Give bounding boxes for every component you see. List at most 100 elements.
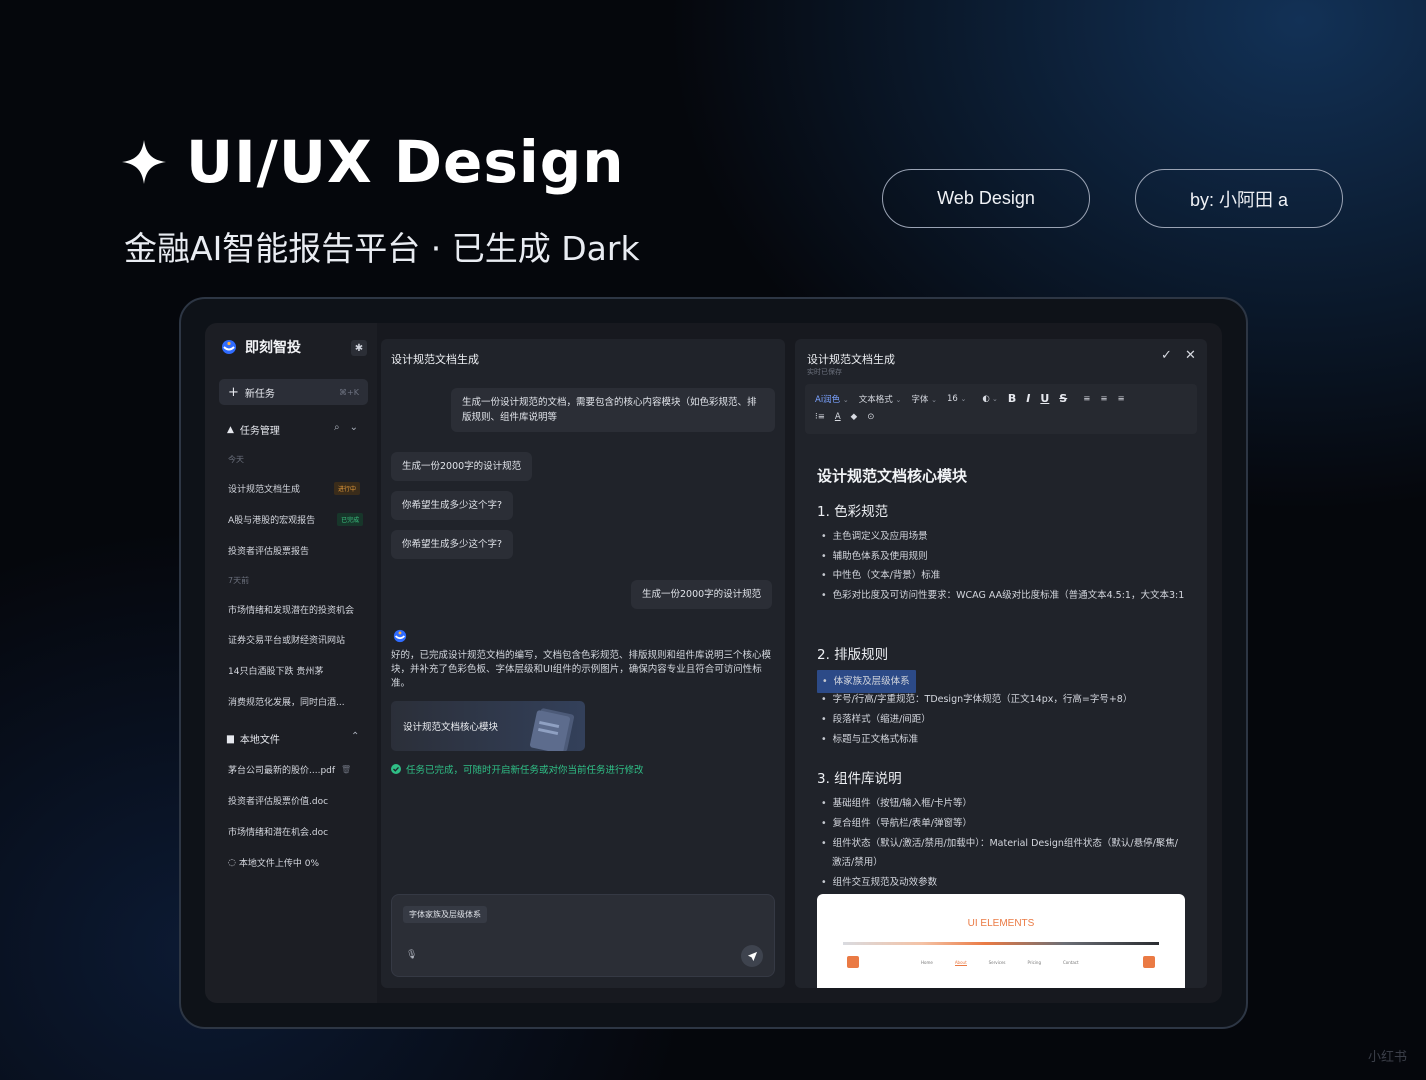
- font-label: 字体: [911, 394, 929, 405]
- search-icon[interactable]: ⌕: [334, 422, 340, 433]
- reference-chip[interactable]: 字体家族及层级体系: [403, 906, 487, 923]
- align-left-icon[interactable]: ≡: [1083, 394, 1090, 404]
- preview-nav-item: Services: [988, 960, 1006, 965]
- color-bar: [843, 942, 1159, 945]
- chevron-down-icon: ⌄: [895, 395, 902, 404]
- chevron-down-icon: ⌄: [931, 395, 937, 404]
- web-design-pill: Web Design: [882, 169, 1090, 228]
- list-item: 中性色（文本/背景）标准: [821, 566, 941, 585]
- new-task-shortcut: ⌘+K: [339, 387, 359, 397]
- plus-icon: +: [228, 384, 239, 400]
- document-body[interactable]: 设计规范文档核心模块 1. 色彩规范 主色调定义及应用场景 辅助色体系及使用规则…: [805, 445, 1197, 988]
- author-pill: by: 小阿田 a: [1135, 169, 1343, 228]
- doc-card-label: 设计规范文档核心模块: [403, 722, 499, 733]
- ai-avatar-icon: [393, 629, 407, 643]
- task-item[interactable]: 证券交易平台或财经资讯网站: [228, 633, 345, 646]
- highlight-icon[interactable]: ◆: [851, 412, 858, 422]
- task-item[interactable]: 14只白酒股下跌 贵州茅: [228, 664, 323, 677]
- chevron-up-icon[interactable]: ⌃: [351, 731, 359, 742]
- ai-polish-button[interactable]: Ai润色 ⌄: [815, 393, 849, 405]
- ui-elements-preview-image: UI ELEMENTS Home About Services Pricing …: [817, 894, 1185, 988]
- chevron-down-icon: ⌄: [842, 395, 849, 404]
- font-size-dropdown[interactable]: 16 ⌄: [947, 394, 966, 404]
- status-badge-running: 进行中: [334, 482, 361, 495]
- doc-card[interactable]: 设计规范文档核心模块: [391, 701, 585, 751]
- italic-icon[interactable]: I: [1026, 392, 1030, 405]
- hero-title: UI/UX Design: [120, 128, 625, 196]
- send-button[interactable]: [741, 945, 763, 967]
- align-right-icon[interactable]: ≡: [1117, 394, 1124, 404]
- preview-title: UI ELEMENTS: [967, 918, 1035, 929]
- preview-nav: Home About Services Pricing Contact: [921, 960, 1079, 966]
- upload-status-text: 本地文件上传中 0%: [238, 859, 319, 869]
- editor-title: 设计规范文档生成: [807, 353, 895, 366]
- font-dropdown[interactable]: 字体 ⌄: [911, 393, 937, 405]
- new-task-button[interactable]: + 新任务 ⌘+K: [219, 379, 368, 405]
- text-color-icon[interactable]: A: [835, 412, 841, 422]
- chat-input[interactable]: 字体家族及层级体系 🎙: [391, 894, 775, 977]
- list-item: 色彩对比度及可访问性要求：WCAG AA级对比度标准（普通文本4.5:1，大文本…: [821, 586, 1187, 605]
- text-format-dropdown[interactable]: 文本格式 ⌄: [859, 393, 902, 405]
- chevron-down-icon: ⌄: [960, 394, 967, 403]
- section-heading: 1. 色彩规范: [817, 504, 889, 520]
- font-size-value: 16: [946, 393, 958, 404]
- task-item[interactable]: 设计规范文档生成 进行中: [228, 482, 361, 495]
- close-icon[interactable]: ✕: [1185, 348, 1196, 363]
- hero-title-text: UI/UX Design: [186, 128, 625, 196]
- app-window: 即刻智投 ✱ + 新任务 ⌘+K ▲ 任务管理 ⌕ ⌄ 今天 设计规范文档生成 …: [205, 323, 1222, 1003]
- list-item: 段落样式（缩进/间距）: [821, 710, 931, 729]
- task-complete-status: 任务已完成，可随时开启新任务或对你当前任务进行修改: [391, 762, 644, 776]
- task-item-label: A股与港股的宏观报告: [228, 516, 316, 526]
- task-section-tools: ⌕ ⌄: [334, 422, 358, 433]
- local-files-header[interactable]: ▆ 本地文件: [227, 731, 280, 747]
- task-management-header[interactable]: ▲ 任务管理: [227, 422, 280, 438]
- chat-panel: 设计规范文档生成 生成一份设计规范的文档，需要包含的核心内容模块（如色彩规范、排…: [381, 339, 785, 988]
- bold-icon[interactable]: B: [1008, 392, 1016, 405]
- list-item: 标题与正文格式标准: [821, 730, 919, 749]
- toolbar-row-2: ⁝≡ A ◆ ⊙: [815, 412, 874, 422]
- clear-format-icon[interactable]: ⊙: [867, 412, 874, 422]
- check-circle-icon: [391, 764, 401, 774]
- list-item: 复合组件（导航栏/表单/弹窗等）: [821, 814, 972, 833]
- list-icon[interactable]: ⁝≡: [815, 412, 825, 422]
- send-icon: [747, 951, 757, 961]
- user-message: 生成一份设计规范的文档，需要包含的核心内容模块（如色彩规范、排版规则、组件库说明…: [451, 388, 775, 432]
- microphone-icon[interactable]: 🎙: [406, 950, 420, 964]
- app-name: 即刻智投: [245, 340, 301, 356]
- preview-nav-item: About: [954, 960, 967, 966]
- preview-nav-item: Pricing: [1027, 960, 1041, 965]
- task-item-label: 设计规范文档生成: [228, 485, 301, 495]
- settings-gear-icon[interactable]: ✱: [351, 340, 367, 356]
- underline-icon[interactable]: U: [1040, 392, 1049, 405]
- document-icon: [529, 708, 575, 751]
- task-item[interactable]: 市场情绪和发现潜在的投资机会: [228, 603, 354, 616]
- align-center-icon[interactable]: ≡: [1100, 394, 1107, 404]
- file-item[interactable]: 市场情绪和潜在机会.doc: [228, 825, 328, 838]
- task-item[interactable]: 投资者评估股票报告: [228, 544, 309, 557]
- editor-panel: 设计规范文档生成 实时已保存 ✓ ✕ Ai润色 ⌄ 文本格式 ⌄ 字体 ⌄ 16…: [795, 339, 1207, 988]
- file-item[interactable]: 投资者评估股票价值.doc: [228, 794, 328, 807]
- task-item[interactable]: A股与港股的宏观报告 已完成: [228, 513, 364, 526]
- assistant-message: 生成一份2000字的设计规范: [391, 452, 533, 481]
- strikethrough-icon[interactable]: S: [1059, 392, 1067, 405]
- sidebar: 即刻智投 ✱ + 新任务 ⌘+K ▲ 任务管理 ⌕ ⌄ 今天 设计规范文档生成 …: [205, 323, 377, 1003]
- new-task-label: 新任务: [244, 388, 275, 400]
- trash-icon[interactable]: 🗑: [341, 765, 351, 774]
- chat-title: 设计规范文档生成: [391, 353, 479, 366]
- file-item[interactable]: 茅台公司最新的股价....pdf 🗑: [228, 763, 351, 776]
- check-icon[interactable]: ✓: [1161, 348, 1172, 363]
- chevron-down-icon[interactable]: ⌄: [350, 422, 358, 433]
- ai-polish-label: Ai润色: [815, 394, 841, 405]
- user-message: 生成一份2000字的设计规范: [631, 580, 773, 609]
- loading-icon: ◌: [228, 857, 236, 868]
- group-label-7days: 7天前: [228, 576, 250, 585]
- section-heading: 3. 组件库说明: [817, 771, 902, 787]
- list-item: 字号/行高/字重规范：TDesign字体规范（正文14px，行高=字号+8）: [821, 690, 1133, 709]
- toolbar-row-1: Ai润色 ⌄ 文本格式 ⌄ 字体 ⌄ 16 ⌄ ◐ ⌄ B I U S ≡ ≡ …: [815, 392, 1125, 405]
- task-item[interactable]: 消费规范化发展，同时白酒...: [228, 695, 345, 708]
- palette-icon[interactable]: ◐ ⌄: [982, 394, 998, 404]
- local-section-label: 本地文件: [239, 735, 280, 746]
- logo-icon: [222, 340, 236, 354]
- task-complete-text: 任务已完成，可随时开启新任务或对你当前任务进行修改: [406, 765, 644, 776]
- watermark: 小红书: [1368, 1050, 1408, 1065]
